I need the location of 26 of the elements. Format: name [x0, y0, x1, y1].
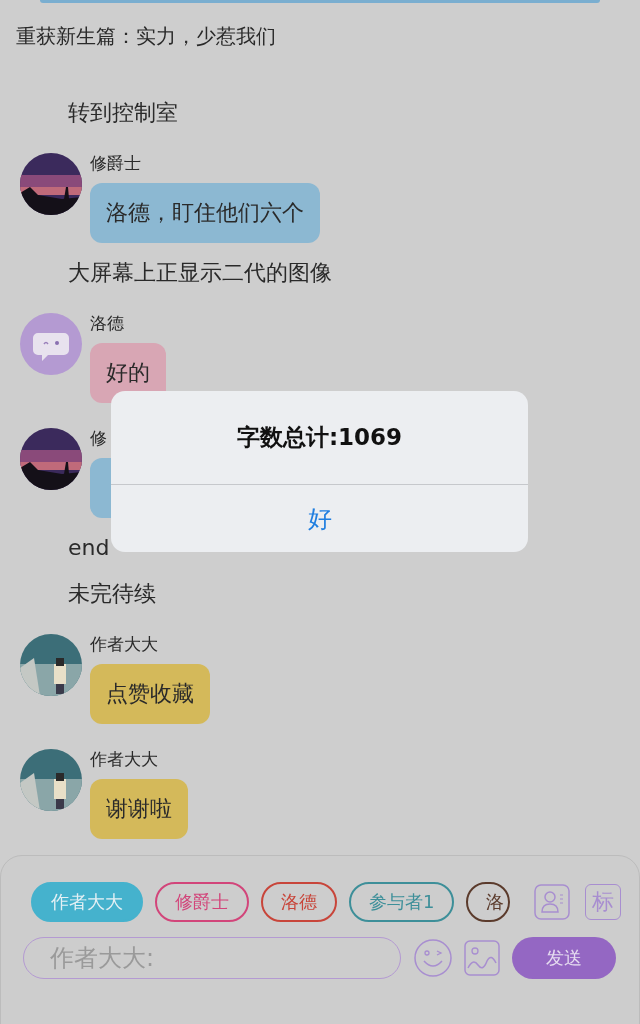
dialog-title: 字数总计:1069 [111, 391, 528, 485]
chat-bubble-avatar-icon [20, 313, 82, 375]
narration-text: 大屏幕上正显示二代的图像 [68, 260, 332, 285]
send-button[interactable]: 发送 [512, 937, 616, 979]
mark-button[interactable]: 标 [585, 884, 621, 920]
sender-name: 修爵士 [90, 153, 141, 173]
sender-name: 修 [90, 428, 107, 448]
role-tag[interactable]: 洛 [466, 882, 511, 922]
sender-name: 作者大大 [90, 634, 158, 654]
sender-name: 作者大大 [90, 749, 158, 769]
chapter-title: 重获新生篇：实力，少惹我们 [15, 23, 277, 50]
image-icon[interactable] [464, 940, 500, 976]
sender-name: 洛德 [90, 313, 124, 333]
message-bubble: 洛德，盯住他们六个 [90, 183, 320, 243]
narration-text: end [68, 535, 110, 560]
person-icon[interactable] [534, 884, 570, 920]
role-tag[interactable]: 修爵士 [155, 882, 249, 922]
role-tag[interactable]: 洛德 [261, 882, 337, 922]
ok-button[interactable]: 好 [111, 485, 528, 552]
message-bubble: 谢谢啦 [90, 779, 188, 839]
message-bubble: 点赞收藏 [90, 664, 210, 724]
role-tag[interactable]: 作者大大 [31, 882, 143, 922]
role-tag[interactable]: 参与者1 [349, 882, 455, 922]
emoji-icon[interactable] [414, 939, 452, 977]
narration-text: 转到控制室 [68, 100, 178, 125]
narration-text: 未完待续 [68, 581, 156, 606]
